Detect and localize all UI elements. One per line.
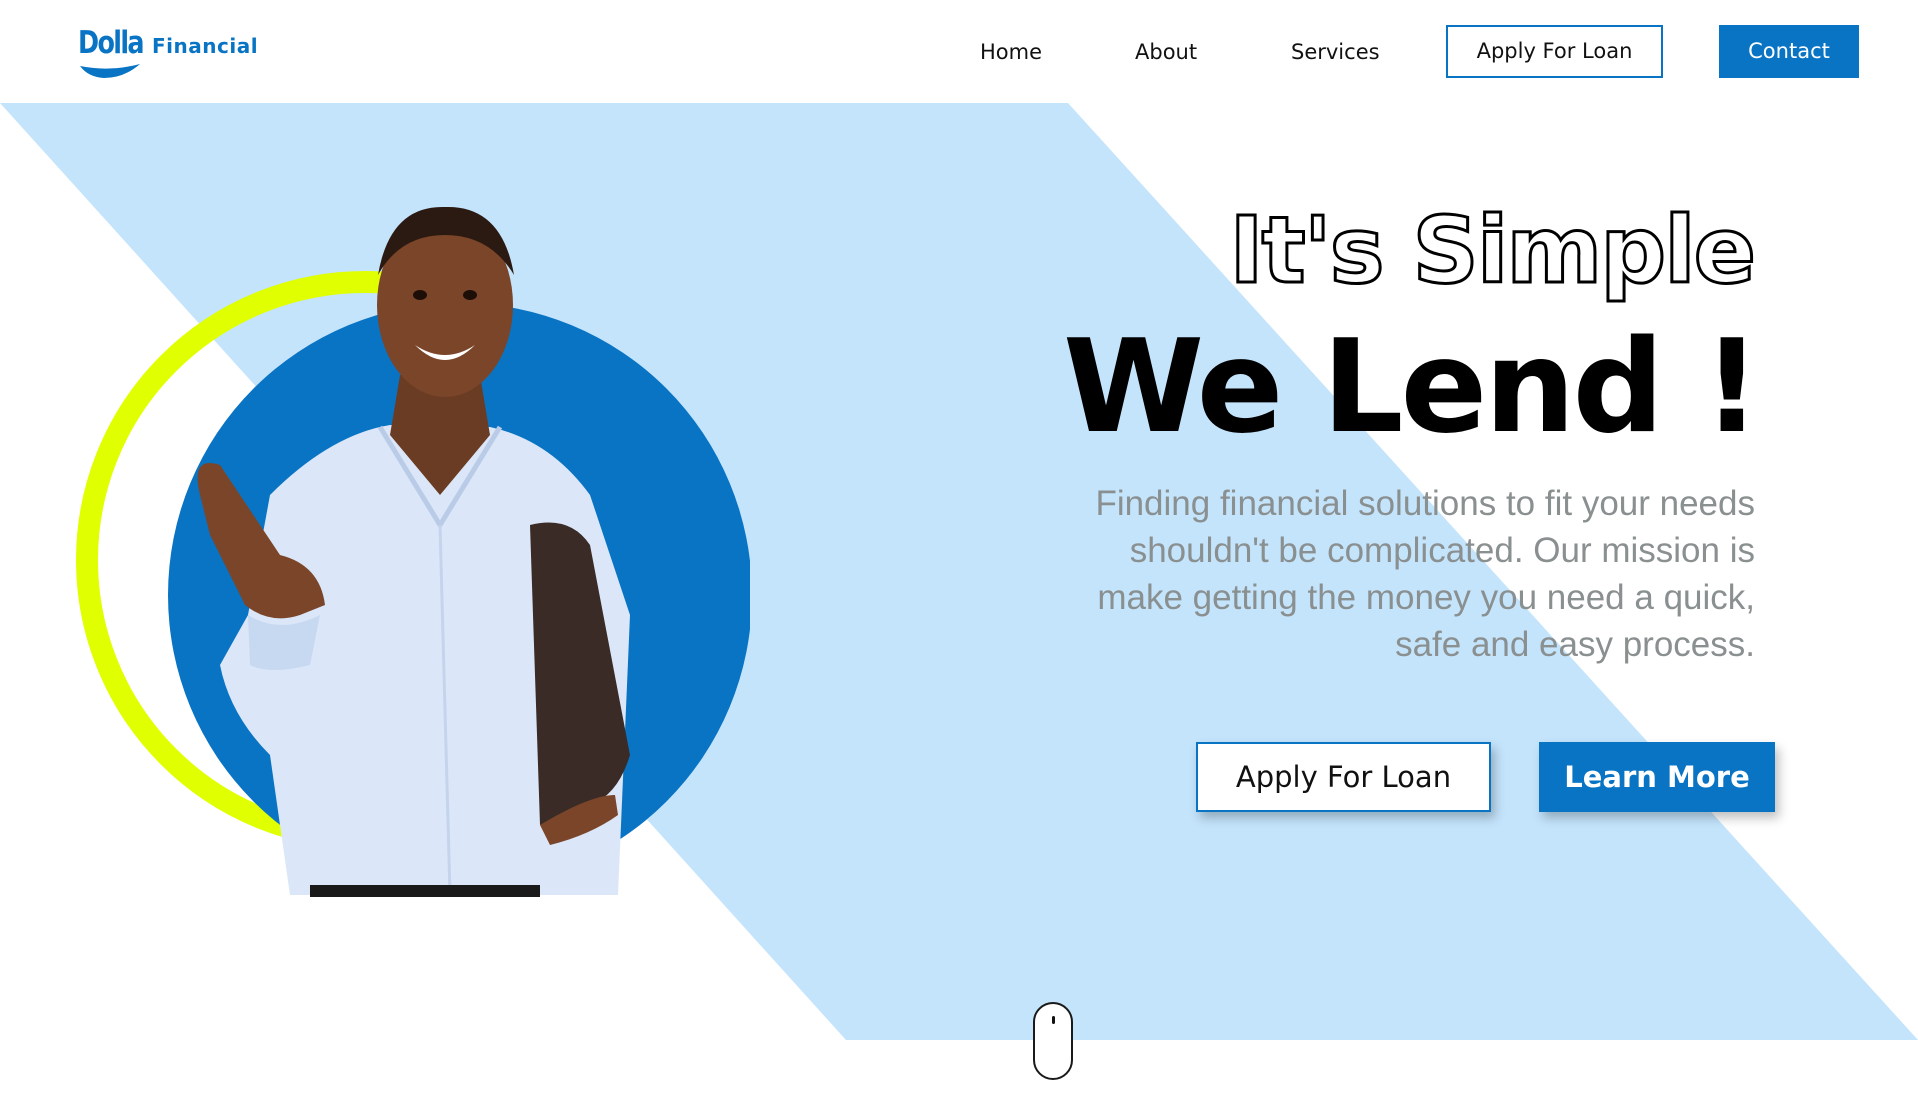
hero-learn-more-button[interactable]: Learn More (1539, 742, 1775, 812)
hero-headline-outline: It's Simple (1228, 196, 1758, 306)
scroll-wheel (1052, 1016, 1055, 1024)
hero-headline-bold: We Lend ! (1062, 313, 1761, 462)
hero-apply-for-loan-button[interactable]: Apply For Loan (1196, 742, 1491, 812)
nav-contact-button[interactable]: Contact (1719, 25, 1859, 78)
nav-services-link[interactable]: Services (1291, 37, 1380, 67)
brand-name: Dolla (78, 25, 145, 61)
dolla-logo-icon (80, 64, 140, 78)
landing-page: Dolla Financial Home About Services Appl… (0, 0, 1918, 1102)
businessman-portrait (76, 206, 750, 897)
nav-apply-for-loan-button[interactable]: Apply For Loan (1446, 25, 1663, 78)
nav-home-link[interactable]: Home (980, 37, 1042, 67)
nav-about-link[interactable]: About (1135, 37, 1197, 67)
brand-logo[interactable]: Dolla Financial (78, 24, 268, 78)
hero-description: Finding financial solutions to fit your … (1095, 484, 1755, 664)
scroll-mouse-icon[interactable] (1033, 1002, 1073, 1080)
brand-subtitle: Financial (152, 34, 259, 58)
site-header: Dolla Financial Home About Services Appl… (0, 0, 1918, 103)
